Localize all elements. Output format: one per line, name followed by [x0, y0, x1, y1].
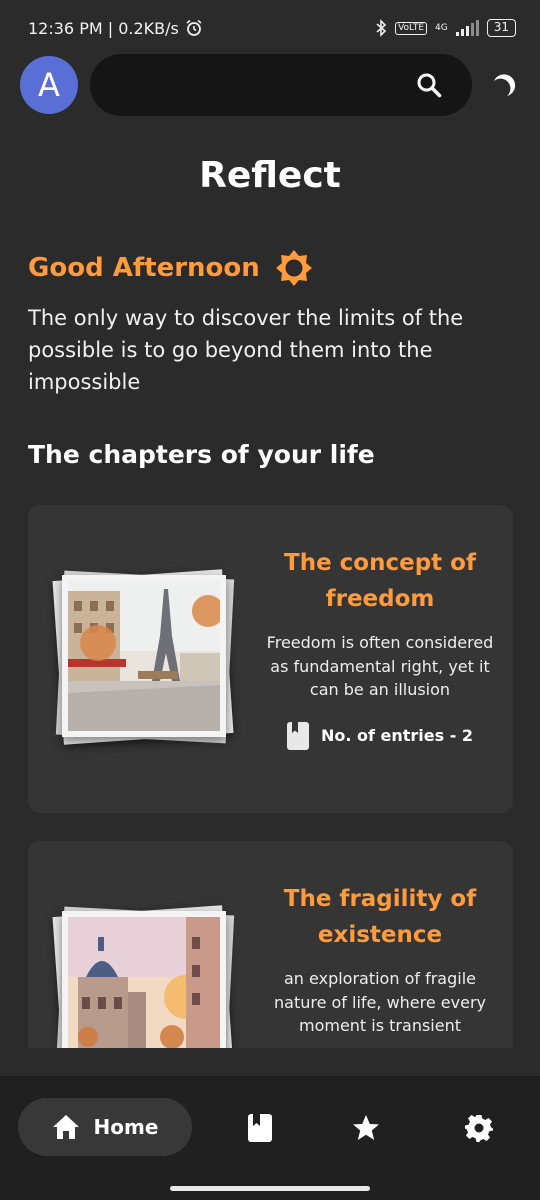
- status-left: 12:36 PM | 0.2KB/s: [28, 19, 203, 38]
- section-title: The chapters of your life: [28, 440, 375, 469]
- moon-icon[interactable]: [492, 72, 518, 98]
- avatar[interactable]: A: [20, 56, 78, 114]
- nav-home-button[interactable]: Home: [18, 1098, 192, 1156]
- greeting-text: Good Afternoon: [28, 253, 260, 283]
- battery-icon: 31: [486, 19, 516, 37]
- volte-badge: VoLTE: [395, 21, 428, 35]
- chapter-description: Freedom is often considered as fundament…: [266, 633, 494, 699]
- network-type: 4G: [435, 23, 448, 33]
- greeting: Good Afternoon: [28, 248, 314, 288]
- entries-count: No. of entries - 2: [320, 726, 474, 745]
- home-indicator[interactable]: [170, 1186, 370, 1191]
- nav-home-label: Home: [93, 1115, 159, 1139]
- search-icon[interactable]: [416, 72, 442, 98]
- chapter-image: [62, 575, 226, 737]
- chapters-list[interactable]: The concept of freedom Freedom is often …: [28, 505, 513, 1048]
- chapter-text: The fragility of existence an exploratio…: [264, 881, 496, 1038]
- chapter-title: The fragility of existence: [283, 886, 477, 948]
- sun-icon: [275, 250, 312, 286]
- chapter-title: The concept of freedom: [284, 550, 476, 612]
- chapter-card[interactable]: The concept of freedom Freedom is often …: [28, 505, 513, 813]
- paris-street-watercolor: [68, 917, 220, 1048]
- bottom-nav: Home: [0, 1076, 540, 1200]
- page-title: Reflect: [199, 155, 341, 196]
- search-bar[interactable]: [90, 54, 472, 116]
- status-right: VoLTE 4G 31: [375, 19, 516, 37]
- chapter-entries: No. of entries - 2: [264, 721, 496, 750]
- settings-icon[interactable]: [465, 1114, 493, 1142]
- journal-icon[interactable]: [246, 1114, 274, 1142]
- chapter-image-stack: [52, 905, 235, 1048]
- status-bar: 12:36 PM | 0.2KB/s VoLTE 4G 31: [0, 0, 540, 56]
- daily-quote: The only way to discover the limits of t…: [28, 306, 464, 394]
- alarm-icon: [186, 19, 202, 36]
- chapter-card[interactable]: The fragility of existence an exploratio…: [28, 841, 513, 1048]
- star-icon[interactable]: [352, 1114, 380, 1142]
- chapter-image-stack: [52, 569, 235, 747]
- status-time: 12:36 PM | 0.2KB/s: [28, 18, 179, 38]
- signal-icon: [455, 20, 479, 36]
- home-icon: [52, 1115, 79, 1139]
- top-bar: A: [20, 54, 524, 116]
- chapter-description: an exploration of fragile nature of life…: [274, 969, 486, 1035]
- chapter-image: [62, 911, 226, 1048]
- bluetooth-icon: [376, 19, 387, 37]
- book-icon: [286, 721, 309, 750]
- chapter-text: The concept of freedom Freedom is often …: [264, 545, 496, 750]
- paris-eiffel-watercolor: [68, 581, 220, 731]
